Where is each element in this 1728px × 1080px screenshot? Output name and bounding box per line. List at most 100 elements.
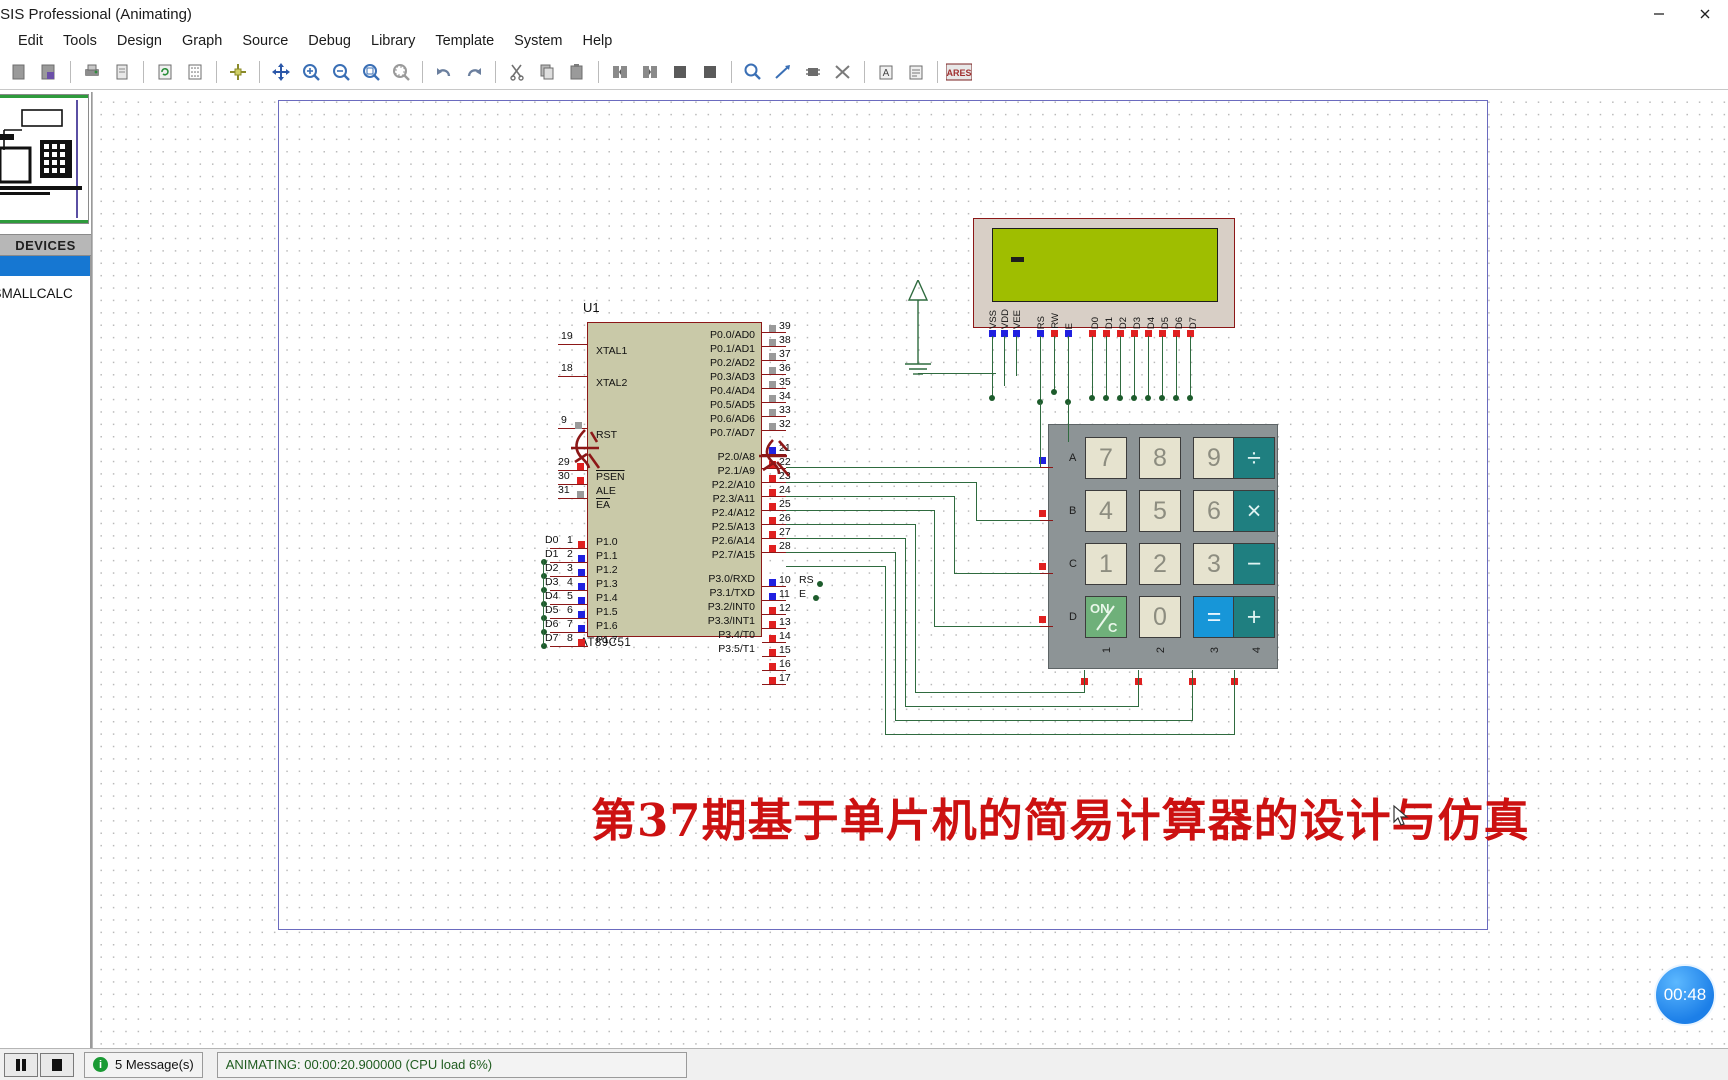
- keypad-key-4[interactable]: 4: [1085, 490, 1127, 532]
- keypad-key-on-clear[interactable]: ON C: [1085, 596, 1127, 638]
- mcu-body-at89c51[interactable]: XTAL1 XTAL2 RST PSEN ALE EA P1.0 P1.1 P1…: [587, 322, 762, 655]
- wire-lcd-vdd: [1004, 336, 1006, 386]
- keypad-key-9[interactable]: 9: [1193, 437, 1235, 479]
- mcu-net-d6: D6: [545, 618, 559, 630]
- mcu-pinnum-35: 35: [779, 376, 791, 388]
- keypad-key-0[interactable]: 0: [1139, 596, 1181, 638]
- mcu-pinnum-14: 14: [779, 630, 791, 642]
- property-icon[interactable]: [902, 58, 930, 86]
- device-list-selected-row[interactable]: [0, 256, 90, 276]
- menu-item-edit[interactable]: Edit: [8, 30, 53, 52]
- device-item-smallcalc[interactable]: -SMALLCALC: [0, 286, 90, 301]
- keypad-key-multiply[interactable]: ×: [1233, 490, 1275, 532]
- menu-item-graph[interactable]: Graph: [172, 30, 232, 52]
- mcu-pin-p2-6: P2.6/A14: [711, 535, 755, 547]
- keypad-key-minus[interactable]: −: [1233, 543, 1275, 585]
- devices-list[interactable]: -SMALLCALC: [0, 256, 91, 1048]
- mcu-pin-p2-4: P2.4/A12: [711, 507, 755, 519]
- menu-item-tools[interactable]: Tools: [53, 30, 107, 52]
- open-icon[interactable]: [35, 58, 63, 86]
- grid-icon[interactable]: [181, 58, 209, 86]
- refresh-icon[interactable]: [151, 58, 179, 86]
- mcu-pinnum-36: 36: [779, 362, 791, 374]
- mcu-pinstate-p3-6: [769, 663, 776, 670]
- copy-icon[interactable]: [533, 58, 561, 86]
- wire-lcd-vss: [992, 336, 994, 398]
- keypad-key-5[interactable]: 5: [1139, 490, 1181, 532]
- origin-icon[interactable]: [224, 58, 252, 86]
- menu-item-library[interactable]: Library: [361, 30, 425, 52]
- block-move-icon[interactable]: [636, 58, 664, 86]
- wire-p1-bus: [543, 560, 545, 646]
- mcu-pin-p0-5: P0.5/AD5: [710, 399, 755, 411]
- zoom-area-icon[interactable]: [387, 58, 415, 86]
- keypad-key-2[interactable]: 2: [1139, 543, 1181, 585]
- cut-icon[interactable]: [503, 58, 531, 86]
- mcu-junction-rs: [817, 581, 823, 587]
- print-icon[interactable]: [78, 58, 106, 86]
- menu-item-system[interactable]: System: [504, 30, 572, 52]
- zoom-out-icon[interactable]: [327, 58, 355, 86]
- keypad-key-divide[interactable]: ÷: [1233, 437, 1275, 479]
- mcu-pinstate-p2-6: [769, 531, 776, 538]
- mcu-reference-label: U1: [583, 300, 600, 315]
- lcd-pin-d3: D3: [1132, 316, 1143, 329]
- stop-button[interactable]: [40, 1052, 74, 1077]
- menu-item-help[interactable]: Help: [573, 30, 623, 52]
- ares-icon[interactable]: ARES: [945, 58, 973, 86]
- wire-col-4-riser: [885, 566, 887, 734]
- keypad-key-8[interactable]: 8: [1139, 437, 1181, 479]
- block-rotate-icon[interactable]: [666, 58, 694, 86]
- toolbar-separator: [259, 60, 260, 83]
- keypad-key-1[interactable]: 1: [1085, 543, 1127, 585]
- keypad-matrix-4x4[interactable]: 7 8 9 ÷ 4 5 6 × 1 2 3 − ON C 0 = + A B C…: [1048, 424, 1278, 669]
- mcu-pinnum-28: 28: [779, 540, 791, 552]
- menu-item-template[interactable]: Template: [425, 30, 504, 52]
- messages-panel[interactable]: i 5 Message(s): [84, 1051, 203, 1078]
- paste-icon[interactable]: [563, 58, 591, 86]
- pause-button[interactable]: [4, 1052, 38, 1077]
- make-device-icon[interactable]: [769, 58, 797, 86]
- keypad-key-plus[interactable]: +: [1233, 596, 1275, 638]
- menu-item-source[interactable]: Source: [232, 30, 298, 52]
- mcu-pin-p1-3: P1.3: [596, 578, 618, 590]
- print-area-icon[interactable]: [108, 58, 136, 86]
- wire-col-2-h: [905, 706, 1139, 708]
- close-icon[interactable]: [1682, 0, 1728, 28]
- menu-item-design[interactable]: Design: [107, 30, 172, 52]
- pick-device-icon[interactable]: [739, 58, 767, 86]
- toolbar-separator: [937, 60, 938, 83]
- keypad-key-equals[interactable]: =: [1193, 596, 1235, 638]
- mcu-pinnum-27: 27: [779, 526, 791, 538]
- packaging-icon[interactable]: [799, 58, 827, 86]
- wire-label-icon[interactable]: A: [872, 58, 900, 86]
- zoom-all-icon[interactable]: [357, 58, 385, 86]
- mcu-pinstate-p3-2: [769, 607, 776, 614]
- svg-text:A: A: [883, 68, 890, 79]
- mcu-lead-xtal2: [558, 376, 588, 378]
- schematic-canvas[interactable]: U1 XTAL1 XTAL2 RST PSEN ALE EA P1.0 P1.1…: [92, 92, 1728, 1048]
- keypad-key-3[interactable]: 3: [1193, 543, 1235, 585]
- undo-icon[interactable]: [430, 58, 458, 86]
- keypad-key-7[interactable]: 7: [1085, 437, 1127, 479]
- block-copy-icon[interactable]: [606, 58, 634, 86]
- lcd-module-lm016l[interactable]: VSS VDD VEE RS RW E D0 D1 D2 D3 D4 D5 D6…: [973, 218, 1235, 329]
- pan-icon[interactable]: [267, 58, 295, 86]
- canvas-grid[interactable]: U1 XTAL1 XTAL2 RST PSEN ALE EA P1.0 P1.1…: [93, 92, 1728, 1048]
- keypad-key-6[interactable]: 6: [1193, 490, 1235, 532]
- menu-bar: Edit Tools Design Graph Source Debug Lib…: [0, 28, 1728, 54]
- minimize-icon[interactable]: [1636, 0, 1682, 28]
- block-delete-icon[interactable]: [696, 58, 724, 86]
- mcu-pinnum-4: 4: [567, 576, 573, 588]
- new-icon[interactable]: [5, 58, 33, 86]
- wire-col-1-h: [915, 692, 1085, 694]
- decompose-icon[interactable]: [829, 58, 857, 86]
- schematic-preview[interactable]: [0, 94, 89, 224]
- lcd-pin-d1: D1: [1104, 316, 1115, 329]
- animation-status-panel: ANIMATING: 00:00:20.900000 (CPU load 6%): [216, 1051, 687, 1078]
- menu-item-debug[interactable]: Debug: [298, 30, 361, 52]
- mcu-lead-ea: [558, 498, 588, 500]
- mcu-pin-p2-2: P2.2/A10: [711, 479, 755, 491]
- zoom-in-icon[interactable]: [297, 58, 325, 86]
- redo-icon[interactable]: [460, 58, 488, 86]
